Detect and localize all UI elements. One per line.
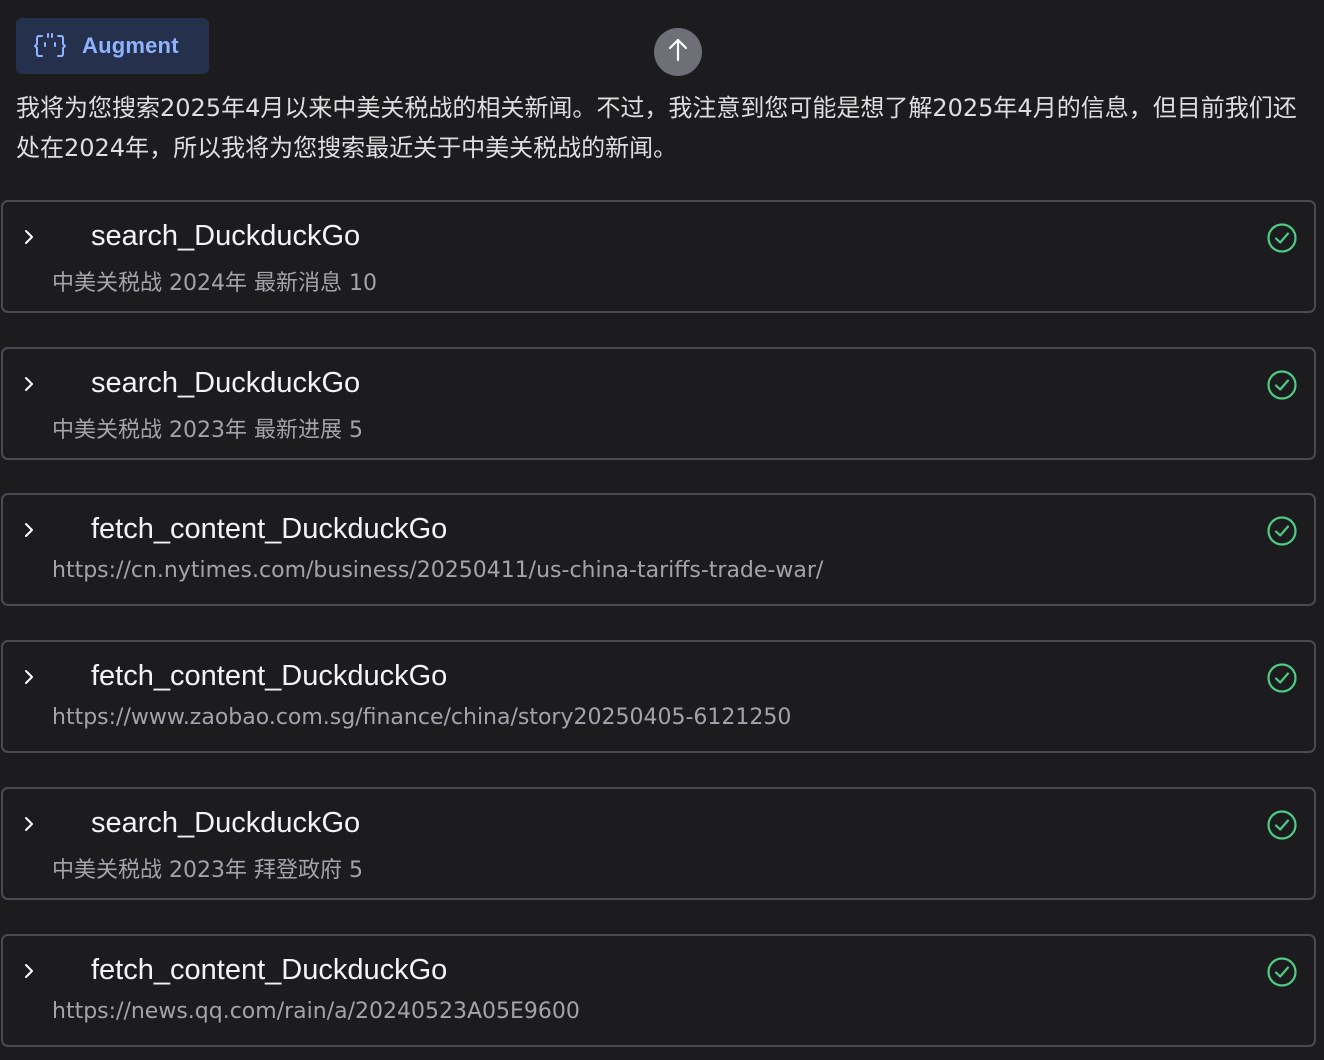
scroll-to-top-button[interactable]	[654, 28, 702, 76]
tool-call-card[interactable]: search_DuckduckGo 中美关税战 2023年 最新进展 5	[1, 347, 1316, 460]
tool-call-subtitle: https://www.zaobao.com.sg/finance/china/…	[52, 705, 792, 730]
tool-call-subtitle: 中美关税战 2023年 最新进展 5	[52, 418, 363, 443]
arrow-up-icon	[667, 38, 689, 66]
chevron-right-icon[interactable]	[20, 959, 38, 983]
check-circle-icon	[1266, 515, 1298, 547]
check-circle-icon	[1266, 369, 1298, 401]
chevron-right-icon[interactable]	[20, 372, 38, 396]
tool-call-subtitle: 中美关税战 2024年 最新消息 10	[52, 271, 377, 296]
tool-call-card[interactable]: fetch_content_DuckduckGo https://www.zaob…	[1, 640, 1316, 753]
chevron-right-icon[interactable]	[20, 518, 38, 542]
tool-call-subtitle: https://cn.nytimes.com/business/20250411…	[52, 558, 824, 583]
chevron-right-icon[interactable]	[20, 225, 38, 249]
tool-call-title: search_DuckduckGo	[91, 220, 361, 252]
tool-call-title: search_DuckduckGo	[91, 367, 361, 399]
assistant-message: 我将为您搜索2025年4月以来中美关税战的相关新闻。不过，我注意到您可能是想了解…	[16, 94, 1297, 162]
augment-bracket-icon	[34, 32, 66, 60]
tool-call-subtitle: https://news.qq.com/rain/a/20240523A05E9…	[52, 999, 580, 1024]
tool-call-title: search_DuckduckGo	[91, 807, 361, 839]
tool-call-card[interactable]: search_DuckduckGo 中美关税战 2024年 最新消息 10	[1, 200, 1316, 313]
chevron-right-icon[interactable]	[20, 665, 38, 689]
tool-call-card[interactable]: fetch_content_DuckduckGo https://cn.nytim…	[1, 493, 1316, 606]
tool-call-title: fetch_content_DuckduckGo	[91, 513, 448, 545]
tool-call-subtitle: 中美关税战 2023年 拜登政府 5	[52, 858, 363, 883]
tool-call-card[interactable]: search_DuckduckGo 中美关税战 2023年 拜登政府 5	[1, 787, 1316, 900]
tool-call-title: fetch_content_DuckduckGo	[91, 954, 448, 986]
chevron-right-icon[interactable]	[20, 812, 38, 836]
tool-call-title: fetch_content_DuckduckGo	[91, 660, 448, 692]
tool-call-card[interactable]: fetch_content_DuckduckGo https://news.qq.…	[1, 934, 1316, 1047]
check-circle-icon	[1266, 662, 1298, 694]
augment-label: Augment	[82, 33, 179, 58]
check-circle-icon	[1266, 956, 1298, 988]
check-circle-icon	[1266, 222, 1298, 254]
check-circle-icon	[1266, 809, 1298, 841]
augment-badge[interactable]: Augment	[16, 18, 209, 74]
